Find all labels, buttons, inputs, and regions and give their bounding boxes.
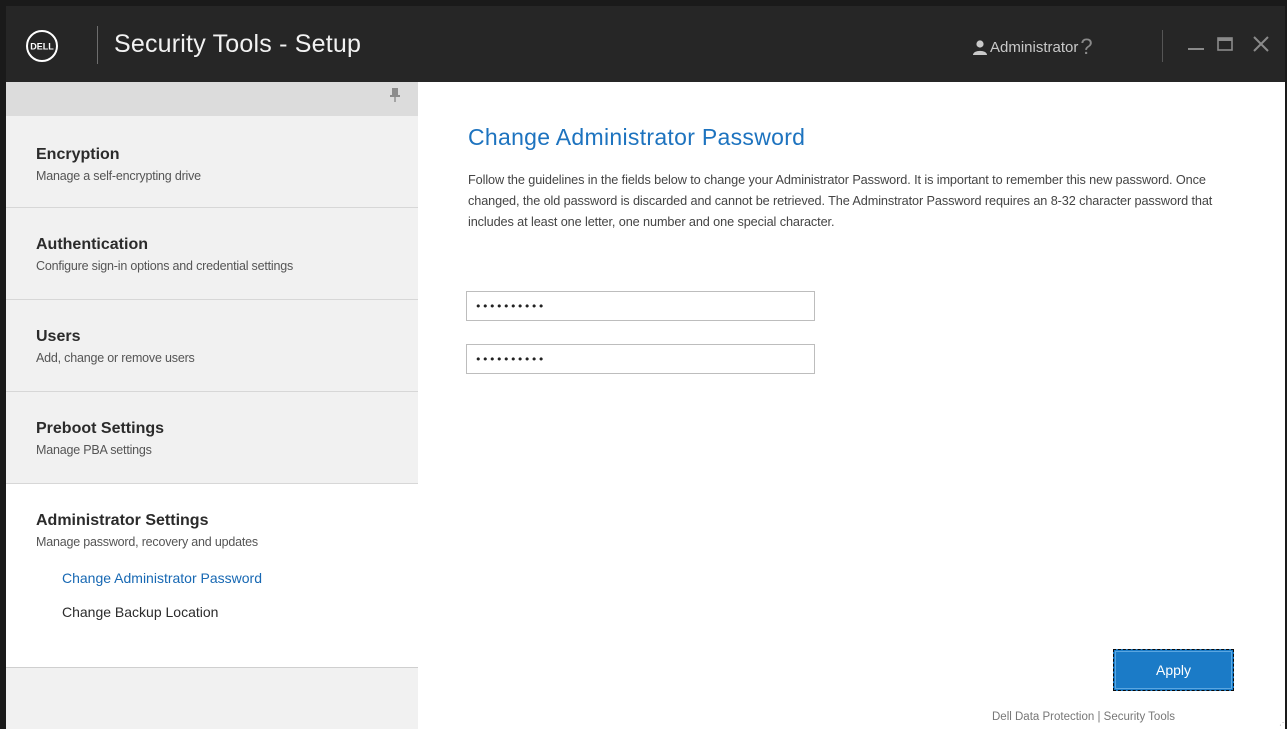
page-title: Change Administrator Password [468, 124, 806, 150]
maximize-button[interactable] [1212, 30, 1238, 58]
sidebar-item-description: Configure sign-in options and credential… [36, 259, 294, 273]
confirm-password-field[interactable] [466, 344, 815, 374]
title-divider [97, 26, 98, 64]
sidebar: Encryption Manage a self-encrypting driv… [6, 82, 418, 729]
sidebar-item-title: Authentication [36, 236, 148, 253]
app-title: Security Tools - Setup [114, 30, 362, 58]
sidebar-item-authentication[interactable]: Authentication Configure sign-in options… [6, 208, 418, 300]
sidebar-item-title: Encryption [36, 146, 120, 163]
help-icon[interactable]: ? [1080, 36, 1092, 58]
app-window: DELL Security Tools - Setup Administrato… [0, 0, 1287, 729]
sidebar-item-title: Preboot Settings [36, 420, 165, 437]
pin-icon[interactable] [390, 88, 400, 102]
subitem-change-backup-location[interactable]: Change Backup Location [62, 604, 418, 620]
title-bar: DELL Security Tools - Setup Administrato… [6, 6, 1285, 82]
sidebar-item-description: Manage a self-encrypting drive [36, 169, 201, 183]
sidebar-item-users[interactable]: Users Add, change or remove users [6, 300, 418, 392]
svg-text:DELL: DELL [30, 42, 54, 52]
subitem-change-administrator-password[interactable]: Change Administrator Password [62, 570, 418, 586]
user-name: Administrator [990, 38, 1079, 56]
maximize-icon [1217, 37, 1233, 51]
footer-branding: Dell Data Protection | Security Tools [992, 711, 1176, 723]
minimize-icon [1188, 48, 1204, 50]
sidebar-item-preboot-settings[interactable]: Preboot Settings Manage PBA settings [6, 392, 418, 484]
sidebar-item-description: Manage PBA settings [36, 443, 152, 457]
new-password-field[interactable] [466, 291, 815, 321]
sidebar-item-title: Administrator Settings [36, 512, 209, 529]
apply-button[interactable]: Apply [1113, 649, 1234, 691]
close-icon [1253, 36, 1269, 52]
sidebar-item-administrator-settings[interactable]: Administrator Settings Manage password, … [6, 484, 418, 668]
user-menu[interactable]: Administrator ? [972, 36, 1093, 58]
sidebar-item-description: Manage password, recovery and updates [36, 535, 258, 549]
resize-grip-icon[interactable]: ⋰ [1279, 718, 1285, 727]
close-button[interactable] [1248, 30, 1274, 58]
sidebar-item-description: Add, change or remove users [36, 351, 195, 365]
sidebar-item-title: Users [36, 328, 81, 345]
user-icon [973, 40, 987, 55]
minimize-button[interactable] [1183, 30, 1209, 58]
dell-logo-icon: DELL [26, 30, 58, 62]
sidebar-item-encryption[interactable]: Encryption Manage a self-encrypting driv… [6, 116, 418, 208]
page-description: Follow the guidelines in the fields belo… [468, 173, 1213, 229]
sidebar-header [6, 82, 418, 116]
controls-divider [1162, 30, 1163, 62]
